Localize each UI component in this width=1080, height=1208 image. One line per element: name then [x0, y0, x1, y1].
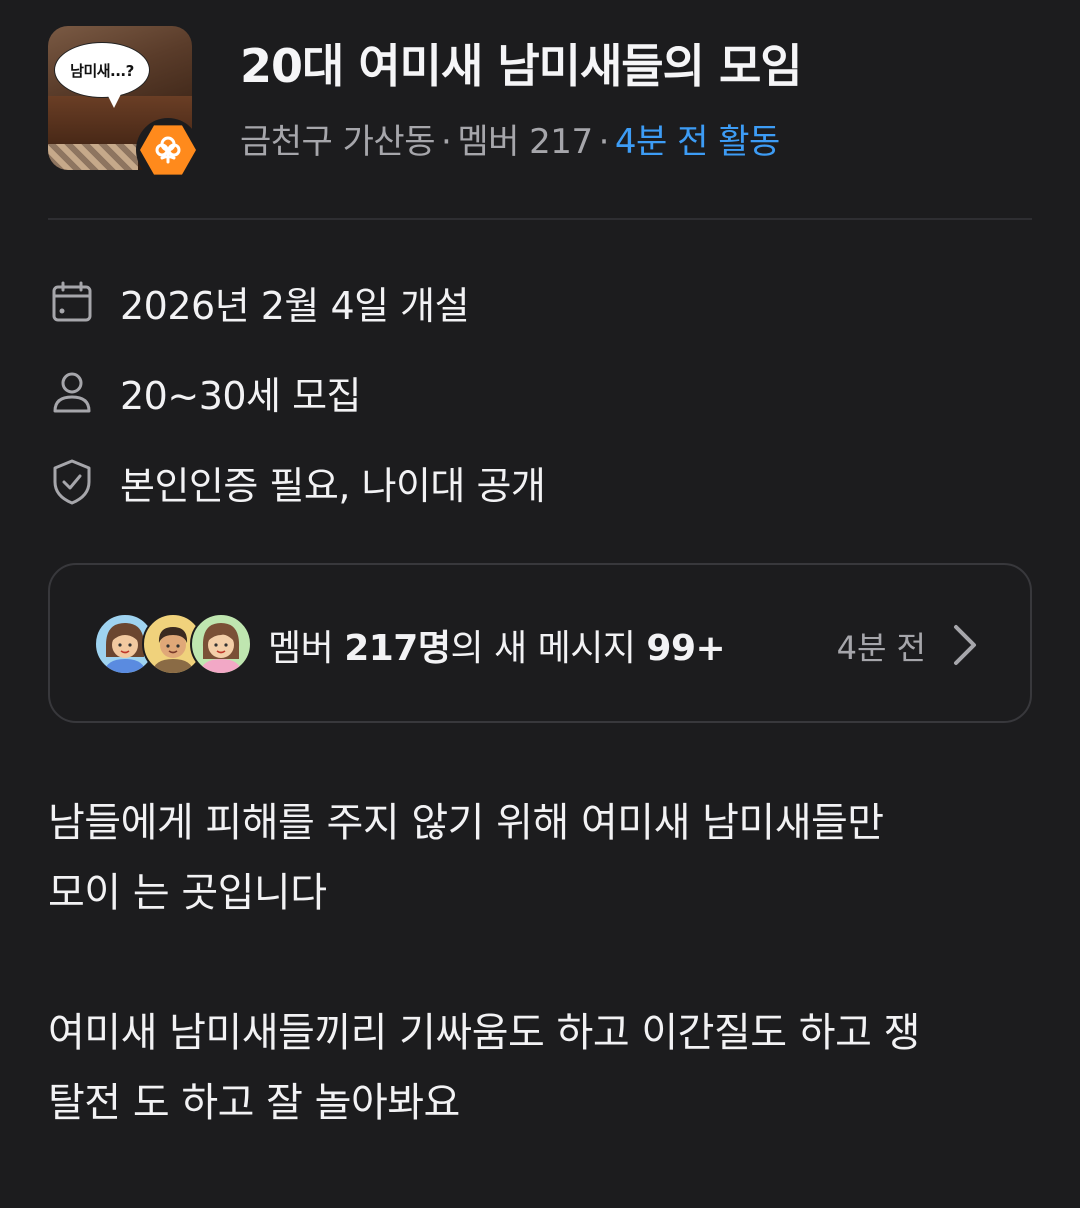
description-paragraph: 여미새 남미새들끼리 기싸움도 하고 이간질도 하고 쟁 탈전 도 하고 잘 놀… — [48, 1010, 920, 1126]
info-opened-text: 2026년 2월 4일 개설 — [120, 283, 470, 328]
group-location[interactable]: 금천구 가산동 — [240, 122, 436, 162]
speech-bubble-tail — [106, 92, 122, 108]
chat-prefix: 멤버 — [268, 628, 345, 669]
hexagon-flower-icon — [140, 125, 196, 175]
group-description: 남들에게 피해를 주지 않기 위해 여미새 남미새들만 모이 는 곳입니다 여미… — [48, 788, 1038, 1208]
calendar-icon — [48, 278, 96, 326]
group-chat-card[interactable]: 멤버 217명의 새 메시지 99+ 4분 전 — [48, 563, 1032, 723]
avatar — [190, 613, 252, 675]
info-verification-text: 본인인증 필요, 나이대 공개 — [120, 463, 546, 508]
group-header: 남미새...? 20대 여미새 남미새들의 모임 금천구 가산동 · 멤버 217 ·… — [0, 0, 1080, 218]
thumbnail-speech-bubble: 남미새...? — [54, 42, 150, 98]
group-badge — [136, 118, 200, 182]
chat-summary: 멤버 217명의 새 메시지 99+ — [268, 619, 726, 671]
chevron-right-icon[interactable] — [946, 621, 982, 669]
group-member-count[interactable]: 멤버 217 — [457, 122, 593, 162]
info-opened-row: 2026년 2월 4일 개설 — [48, 272, 470, 332]
chat-time: 4분 전 — [836, 629, 926, 667]
flower-icon — [155, 136, 181, 164]
description-paragraph: 남들에게 피해를 주지 않기 위해 여미새 남미새들만 모이 는 곳입니다 — [48, 800, 884, 916]
meta-separator: · — [441, 122, 452, 162]
group-meta: 금천구 가산동 · 멤버 217 · 4분 전 활동 — [240, 114, 780, 163]
info-verification-row: 본인인증 필요, 나이대 공개 — [48, 452, 546, 512]
group-title: 20대 여미새 남미새들의 모임 — [240, 39, 803, 93]
meta-separator: · — [598, 122, 610, 162]
chat-middle: 의 새 메시지 — [450, 628, 647, 669]
thumbnail-rug-image — [48, 144, 138, 170]
member-avatars — [94, 613, 254, 675]
group-activity: 4분 전 활동 — [614, 122, 780, 162]
shield-check-icon — [48, 458, 96, 506]
chat-message-count: 99+ — [646, 628, 726, 669]
info-age-text: 20~30세 모집 — [120, 373, 362, 418]
info-age-row: 20~30세 모집 — [48, 362, 362, 422]
chat-member-count: 217명 — [344, 628, 451, 669]
header-divider — [48, 218, 1032, 220]
person-icon — [48, 368, 96, 416]
